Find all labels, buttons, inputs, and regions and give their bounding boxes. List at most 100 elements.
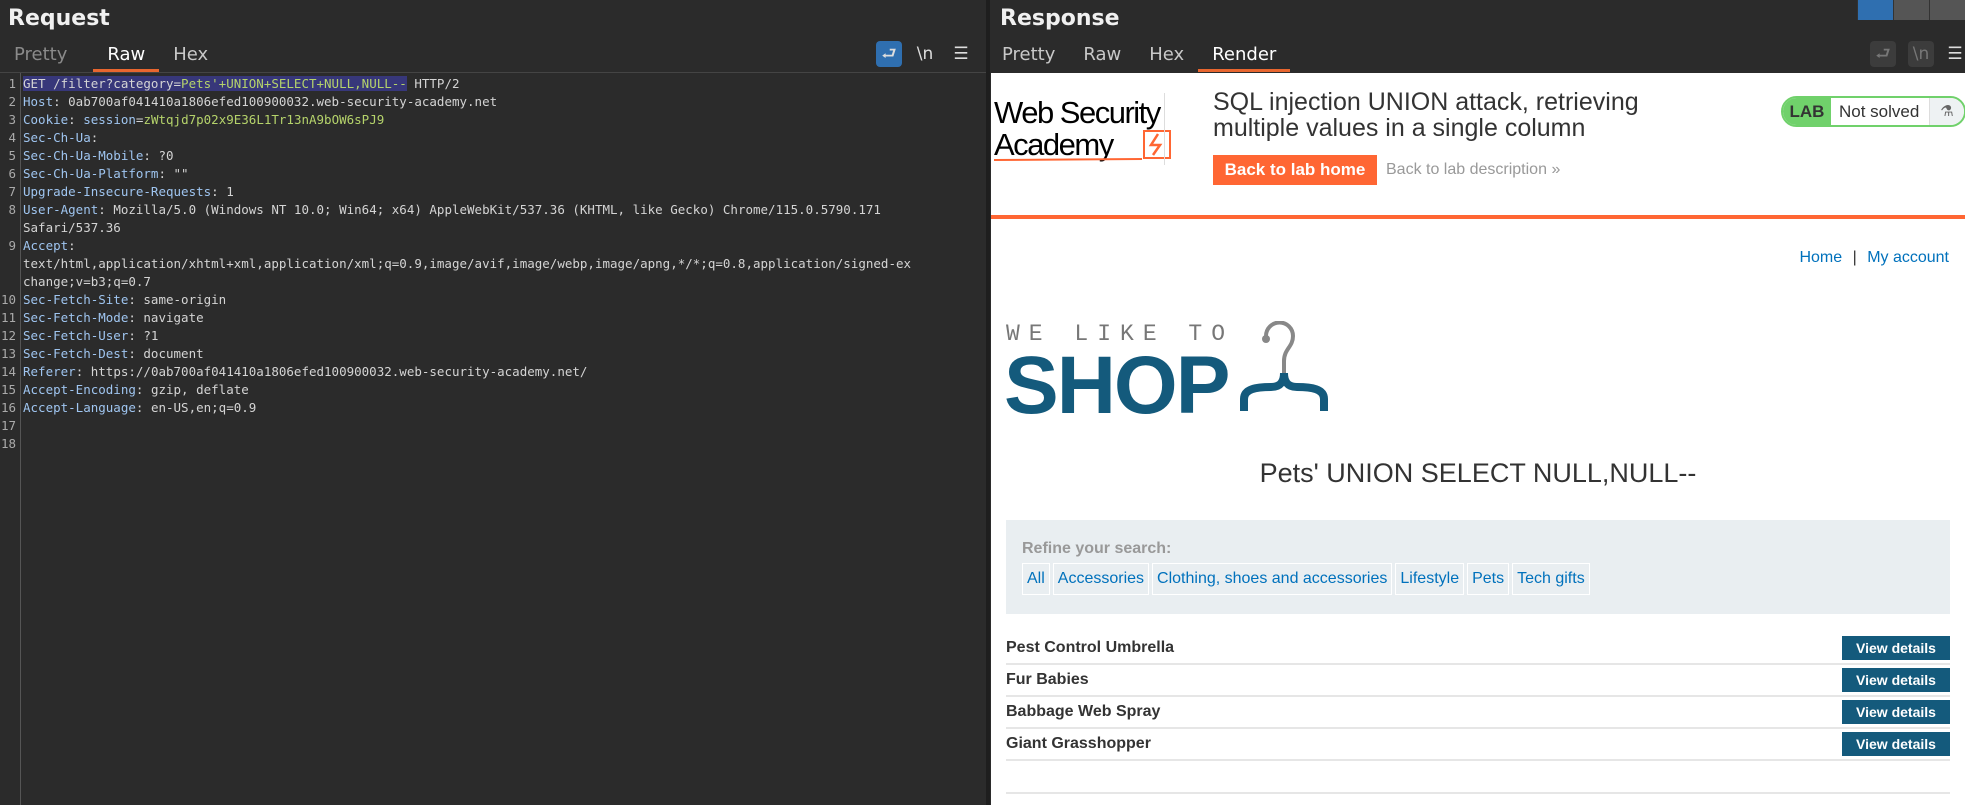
code-line: 18 [0,435,986,453]
line-code: Upgrade-Insecure-Requests: 1 [23,183,234,201]
line-number: 11 [0,310,16,325]
stacked-layout-icon[interactable] [1893,0,1929,20]
line-number: 15 [0,382,16,397]
code-token: Sec-Ch-Ua [23,130,91,145]
category-heading: Pets' UNION SELECT NULL,NULL-- [1259,458,1697,488]
code-token: Referer [23,364,76,379]
layout-toggle [1857,0,1965,20]
code-line: 17 [0,417,986,435]
lab-status-badge: LAB Not solved ⚗ [1781,96,1965,127]
wrap-lines-icon[interactable]: ⮐ [876,41,902,67]
request-panel: Request Pretty Raw Hex ⮐ \n ☰ 1 GET /filt… [0,0,986,805]
category-filter-link[interactable]: Clothing, shoes and accessories [1152,563,1393,595]
code-token: Safari/537.36 [23,220,121,235]
tab-pretty[interactable]: Pretty [0,42,81,72]
line-code: Sec-Ch-Ua: [23,129,98,147]
code-token: : Mozilla/5.0 (Windows NT 10.0; Win64; x… [98,202,881,217]
category-filter-link[interactable]: All [1022,563,1050,595]
side-by-side-layout-icon[interactable] [1857,0,1893,20]
category-filter-link[interactable]: Lifestyle [1395,563,1465,595]
view-details-button[interactable]: View details [1842,636,1950,660]
svg-text:Web Security: Web Security [994,95,1162,130]
lab-label: LAB [1783,98,1831,125]
line-code: Sec-Ch-Ua-Platform: "" [23,165,189,183]
filter-box: Refine your search: All Accessories Clothi… [1006,520,1950,614]
line-number: 12 [0,328,16,343]
back-to-lab-home-button[interactable]: Back to lab home [1213,155,1377,185]
line-number: 1 [8,76,16,91]
menu-icon[interactable]: ☰ [1945,41,1965,67]
lab-title: SQL injection UNION attack, retrieving m… [1213,88,1639,142]
code-token: Cookie [23,112,69,127]
menu-icon[interactable]: ☰ [948,41,974,67]
product-name: Giant Grasshopper [1006,735,1151,752]
svg-text:Academy: Academy [994,127,1115,162]
request-editor[interactable]: 1 GET /filter?category=Pets'+UNION+SELECT… [0,72,986,805]
code-token: : 1 [211,184,234,199]
code-token: : https://0ab700af041410a1806efed1009000… [75,364,588,379]
line-number: 17 [0,418,16,433]
line-number: 8 [8,202,16,217]
line-code: Accept: [23,237,76,255]
response-title: Response [1000,6,1120,31]
show-newlines-button[interactable]: \n [912,41,938,67]
line-number: 13 [0,346,16,361]
line-number: 6 [8,166,16,181]
code-token: : gzip, deflate [135,382,249,397]
category-filter-link[interactable]: Pets [1467,563,1510,595]
line-number: 3 [8,112,16,127]
nav-separator: | [1852,249,1857,266]
rendered-page: Web Security Academy SQL injection UNION… [991,73,1965,805]
product-name: Babbage Web Spray [1006,703,1161,720]
code-token: GET /filter?category= [23,76,182,91]
code-token: : ?0 [143,148,174,163]
code-token: : [68,112,84,127]
category-filter-link[interactable]: Accessories [1052,563,1150,595]
code-token: Sec-Ch-Ua-Platform [23,166,159,181]
line-code: Sec-Fetch-User: ?1 [23,327,158,345]
tab-pretty[interactable]: Pretty [988,42,1069,72]
tab-hex[interactable]: Hex [159,42,222,72]
line-number: 10 [0,292,16,307]
code-token: : 0ab700af041410a1806efed100900032.web-s… [53,94,498,109]
tab-raw[interactable]: Raw [1069,42,1135,72]
line-number: 14 [0,364,16,379]
product-row: Pest Control Umbrella View details [1006,633,1950,665]
line-code: Sec-Fetch-Dest: document [23,345,204,363]
line-code: Safari/537.36 [23,219,121,237]
request-tabs: Pretty Raw Hex [0,42,222,72]
code-line: 2 Host: 0ab700af041410a1806efed100900032.… [0,93,986,111]
code-line: Safari/537.36 [0,219,986,237]
shop-word: SHOP [1004,340,1230,431]
back-desc-label: Back to lab description [1386,161,1547,178]
request-title: Request [8,6,110,31]
tab-render[interactable]: Render [1198,42,1291,72]
view-details-button[interactable]: View details [1842,668,1950,692]
view-details-button[interactable]: View details [1842,732,1950,756]
back-to-lab-description-link[interactable]: Back to lab description » [1386,161,1560,179]
home-link[interactable]: Home [1799,249,1842,266]
code-token: Sec-Fetch-Mode [23,310,129,325]
code-line: 4 Sec-Ch-Ua: [0,129,986,147]
wrap-lines-icon[interactable]: ⮐ [1870,41,1896,67]
code-token: : navigate [128,310,204,325]
my-account-link[interactable]: My account [1867,249,1949,266]
code-line: 10 Sec-Fetch-Site: same-origin [0,291,986,309]
bottom-rule [1006,792,1950,794]
view-details-button[interactable]: View details [1842,700,1950,724]
code-line: 11 Sec-Fetch-Mode: navigate [0,309,986,327]
line-code: Accept-Language: en-US,en;q=0.9 [23,399,256,417]
category-filter-link[interactable]: Tech gifts [1512,563,1590,595]
code-token: Pets'+UNION+SELECT+NULL,NULL-- [181,76,407,91]
single-layout-icon[interactable] [1929,0,1965,20]
code-token: Sec-Ch-Ua-Mobile [23,148,144,163]
tab-hex[interactable]: Hex [1135,42,1198,72]
line-number: 2 [8,94,16,109]
code-token: HTTP/2 [406,76,460,91]
code-token: : "" [158,166,189,181]
product-row: Babbage Web Spray View details [1006,697,1950,729]
line-number: 9 [8,238,16,253]
code-token: Upgrade-Insecure-Requests [23,184,212,199]
show-newlines-button[interactable]: \n [1908,41,1934,67]
tab-raw[interactable]: Raw [93,42,160,72]
